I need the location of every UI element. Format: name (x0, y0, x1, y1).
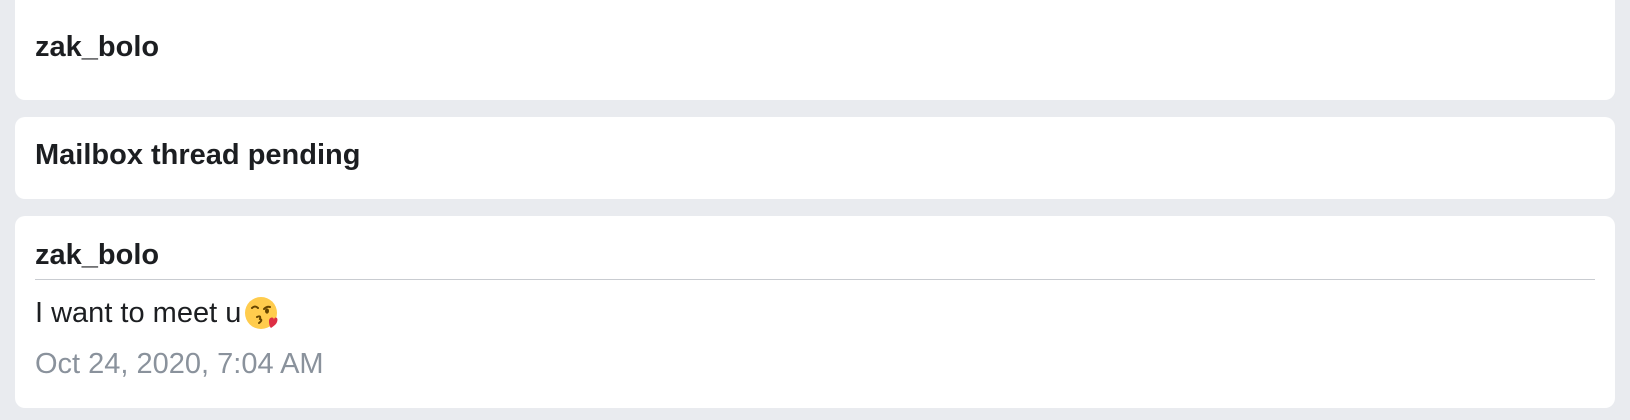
thread-status-text: Mailbox thread pending (35, 139, 361, 171)
divider (35, 279, 1595, 280)
username-title[interactable]: zak_bolo (35, 30, 159, 64)
username-header-card: zak_bolo (15, 0, 1615, 100)
face-blowing-a-kiss-icon (245, 297, 278, 329)
message-timestamp: Oct 24, 2020, 7:04 AM (35, 348, 324, 380)
thread-status-card: Mailbox thread pending (15, 117, 1615, 199)
message-card: zak_bolo I want to meet u Oct 24, 2020, … (15, 216, 1615, 408)
message-body-text: I want to meet u (35, 297, 242, 329)
message-body: I want to meet u (35, 295, 279, 331)
message-sender-name[interactable]: zak_bolo (35, 238, 159, 272)
